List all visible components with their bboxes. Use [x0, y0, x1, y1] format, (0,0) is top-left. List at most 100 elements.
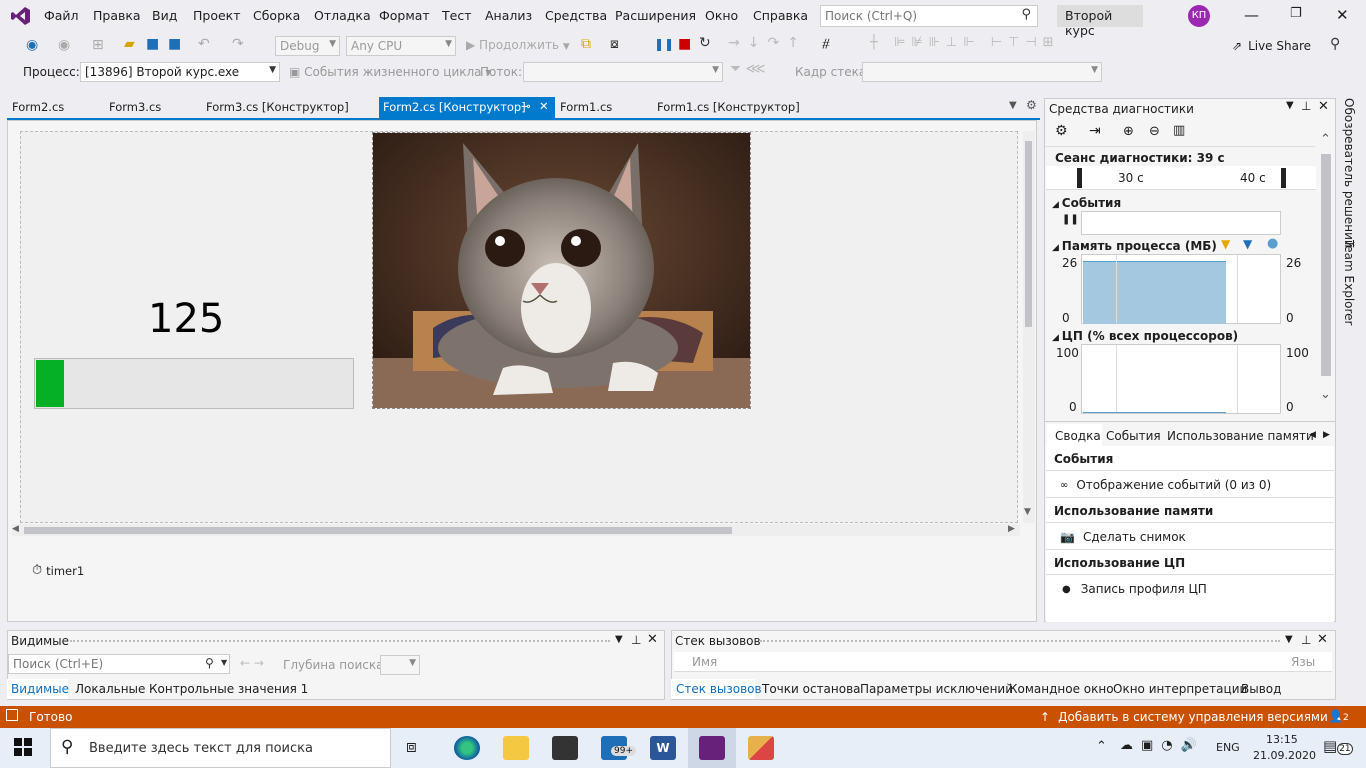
close-icon[interactable]: ✕: [1318, 99, 1329, 114]
tab-close-icon[interactable]: ✕: [539, 99, 549, 113]
pin-icon[interactable]: ⊸: [521, 99, 531, 113]
clock-date[interactable]: 21.09.2020: [1253, 749, 1316, 762]
config-select[interactable]: Debug ▼: [275, 36, 340, 56]
menu-9[interactable]: Средства: [545, 8, 607, 23]
pin-icon[interactable]: ⊥: [1301, 633, 1311, 647]
col-name[interactable]: Имя: [692, 655, 717, 669]
scroll-thumb[interactable]: [1025, 141, 1032, 327]
threads-icon[interactable]: ⧣: [822, 35, 830, 51]
events-track[interactable]: [1081, 211, 1281, 235]
vs-logo-icon[interactable]: [10, 5, 32, 27]
settings-icon[interactable]: ⚙: [1055, 123, 1068, 139]
tab-immediate-window[interactable]: Окно интерпретации: [1113, 682, 1247, 696]
task-view-icon[interactable]: ⧈: [406, 737, 417, 757]
lifecycle-events[interactable]: ▣ События жизненного цикла ▾: [289, 65, 491, 79]
timeline-ruler[interactable]: [1046, 166, 1316, 190]
scroll-left-icon[interactable]: ◀: [12, 524, 19, 534]
word-icon[interactable]: W: [650, 736, 676, 760]
restart-icon[interactable]: ↻: [699, 35, 711, 51]
menu-1[interactable]: Правка: [93, 8, 141, 23]
undo-icon[interactable]: ↶: [198, 36, 210, 52]
tab-form2-designer[interactable]: Form2.cs [Конструктор] ⊸ ✕: [379, 97, 555, 118]
chart-icon[interactable]: ▥: [1173, 123, 1185, 138]
pin-icon[interactable]: ⊥: [631, 633, 641, 647]
save-all-icon[interactable]: ■: [168, 36, 181, 52]
locals-search-input[interactable]: Поиск (Ctrl+E) ⚲ ▼: [8, 654, 230, 674]
col-language[interactable]: Язы: [1291, 655, 1315, 669]
tab-prev-icon[interactable]: ◀: [1309, 430, 1316, 440]
zoom-out-icon[interactable]: ⊖: [1149, 124, 1160, 139]
stack-frame-select[interactable]: ▼: [862, 62, 1102, 82]
mail-icon[interactable]: 99+: [601, 736, 636, 760]
edge-icon[interactable]: [454, 736, 480, 760]
zoom-in-icon[interactable]: ⊕: [1123, 124, 1134, 139]
explorer-icon[interactable]: [503, 736, 529, 760]
menu-4[interactable]: Сборка: [253, 8, 300, 23]
close-icon[interactable]: ✕: [1336, 6, 1349, 24]
events-header[interactable]: ◢ События: [1052, 196, 1121, 210]
memory-chart[interactable]: [1081, 254, 1281, 324]
cpu-header[interactable]: ◢ ЦП (% всех процессоров): [1052, 329, 1238, 343]
close-icon[interactable]: ✕: [647, 632, 658, 647]
new-project-icon[interactable]: ⊞: [92, 37, 104, 53]
notifications-icon[interactable]: 👤2: [1328, 709, 1349, 723]
platform-select[interactable]: Any CPU ▼: [346, 36, 456, 56]
horizontal-scrollbar[interactable]: ◀ ▶: [12, 524, 1020, 536]
vertical-scrollbar[interactable]: ▼: [1023, 131, 1035, 523]
nav-arrows-icon[interactable]: ← →: [240, 656, 264, 670]
layout-icons[interactable]: ┼ ⊫⊯⊪⊥⊩ ⊢⊤⊣⊞: [870, 35, 1060, 50]
menu-2[interactable]: Вид: [152, 8, 177, 23]
scroll-down-icon[interactable]: ⌄: [1320, 387, 1331, 402]
tab-form2-cs[interactable]: Form2.cs: [12, 100, 64, 114]
running-app-icon[interactable]: [748, 736, 774, 760]
save-icon[interactable]: ■: [146, 36, 159, 52]
scroll-up-icon[interactable]: ⌃: [1320, 132, 1331, 147]
step-icons[interactable]: →↓↷↑: [728, 35, 807, 51]
pin-icon[interactable]: ⊥: [1301, 99, 1311, 113]
store-icon[interactable]: [552, 736, 578, 760]
pause-icon[interactable]: ❚❚: [1062, 214, 1079, 225]
take-snapshot-link[interactable]: 📷 Сделать снимок: [1060, 530, 1186, 544]
tab-call-stack[interactable]: Стек вызовов: [676, 682, 762, 696]
side-tab-team-explorer[interactable]: Team Explorer: [1342, 240, 1356, 326]
menu-7[interactable]: Тест: [442, 8, 471, 23]
scroll-thumb[interactable]: [24, 527, 732, 534]
dropdown-icon[interactable]: ▼: [1285, 634, 1293, 645]
stop-icon[interactable]: ■: [678, 36, 691, 52]
menu-6[interactable]: Формат: [379, 8, 430, 23]
scroll-down-icon[interactable]: ▼: [1024, 507, 1031, 517]
settings-icon[interactable]: ⚙: [1026, 98, 1037, 112]
export-icon[interactable]: ⇥: [1089, 123, 1101, 139]
tray-icons[interactable]: ☁▣◔🔊: [1120, 738, 1205, 753]
progress-bar[interactable]: [34, 358, 354, 409]
menu-11[interactable]: Окно: [705, 8, 738, 23]
component-timer1[interactable]: ⏱ timer1: [32, 563, 84, 578]
screenshot-icon[interactable]: ⧇: [610, 36, 619, 52]
tab-summary[interactable]: Сводка: [1055, 429, 1101, 443]
clock-time[interactable]: 13:15: [1266, 733, 1298, 746]
feedback-icon[interactable]: ⚲: [1330, 36, 1340, 52]
tab-form1-designer[interactable]: Form1.cs [Конструктор]: [657, 100, 800, 114]
forward-icon[interactable]: ◉: [58, 37, 70, 53]
language-indicator[interactable]: ENG: [1216, 741, 1240, 754]
tab-next-icon[interactable]: ▶: [1323, 430, 1330, 440]
tab-events[interactable]: События: [1106, 429, 1161, 443]
menu-5[interactable]: Отладка: [314, 8, 371, 23]
process-select[interactable]: [13896] Второй курс.exe ▼: [80, 62, 280, 82]
back-icon[interactable]: ◉: [26, 37, 38, 53]
thread-select[interactable]: ▼: [523, 62, 723, 82]
action-center-icon[interactable]: ▤ 21: [1323, 737, 1353, 755]
tab-form3-cs[interactable]: Form3.cs: [109, 100, 161, 114]
counter-label[interactable]: 125: [148, 296, 224, 342]
maximize-icon[interactable]: ❐: [1290, 6, 1302, 21]
dropdown-icon[interactable]: ▼: [1286, 100, 1294, 111]
windows-start-icon[interactable]: [14, 738, 32, 759]
dropdown-icon[interactable]: ▼: [615, 634, 623, 645]
diag-scrollbar[interactable]: ⌃: [1319, 132, 1333, 380]
tab-breakpoints[interactable]: Точки останова: [762, 682, 861, 696]
memory-header[interactable]: ◢ Память процесса (МБ): [1052, 239, 1217, 253]
tab-dropdown-icon[interactable]: ▼: [1009, 100, 1017, 111]
tray-chevron-icon[interactable]: ⌃: [1096, 739, 1107, 754]
hot-reload-icon[interactable]: ⧉: [581, 36, 591, 52]
live-share-button[interactable]: ⇗ Live Share: [1232, 39, 1311, 53]
